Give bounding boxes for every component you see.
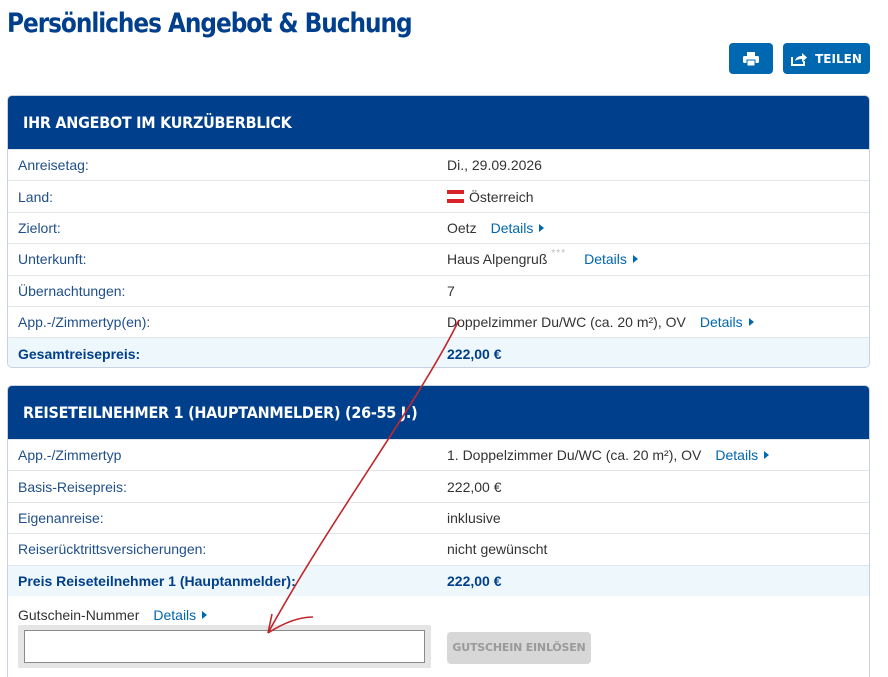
voucher-label: Gutschein-Nummer	[18, 606, 140, 623]
total-label: Preis Reiseteilnehmer 1 (Hauptanmelder):	[18, 572, 296, 589]
row-arrival-date: Anreisetag: Di., 29.09.2026	[8, 149, 869, 180]
voucher-details-link[interactable]: Details	[153, 607, 208, 623]
row-insurance: Reiserücktrittsversicherungen: nicht gew…	[8, 533, 869, 564]
row-value: 1. Doppelzimmer Du/WC (ca. 20 m²), OV	[447, 447, 702, 464]
total-value: 222,00 €	[447, 345, 502, 362]
row-participant-room: App.-/Zimmertyp 1. Doppelzimmer Du/WC (c…	[8, 439, 869, 470]
share-button[interactable]: TEILEN	[783, 43, 870, 74]
row-room-type: App.-/Zimmertyp(en): Doppelzimmer Du/WC …	[8, 305, 869, 337]
row-value: 7	[447, 282, 455, 299]
row-total-price: Gesamtreisepreis: 222,00 €	[8, 337, 869, 367]
row-own-arrival: Eigenanreise: inklusive	[8, 501, 869, 533]
caret-right-icon	[764, 451, 770, 460]
row-value: Di., 29.09.2026	[447, 157, 542, 174]
row-label: Basis-Reisepreis:	[18, 478, 127, 495]
row-country: Land: Österreich	[8, 180, 869, 211]
page-title: Persönliches Angebot & Buchung	[7, 8, 413, 39]
row-participant-total: Preis Reiseteilnehmer 1 (Hauptanmelder):…	[8, 564, 869, 596]
offer-panel: IHR ANGEBOT IM KURZÜBERBLICK Anreisetag:…	[7, 95, 870, 368]
row-value: 222,00 €	[447, 478, 502, 495]
row-label: Reiserücktrittsversicherungen:	[18, 541, 207, 558]
row-value: nicht gewünscht	[447, 541, 548, 558]
total-value: 222,00 €	[447, 572, 502, 589]
accommodation-details-link[interactable]: Details	[584, 251, 638, 267]
participant-room-details-link[interactable]: Details	[715, 447, 770, 463]
row-value: Oetz	[447, 219, 477, 236]
print-button[interactable]	[729, 43, 773, 74]
caret-right-icon	[748, 318, 754, 327]
voucher-input[interactable]	[24, 629, 425, 663]
voucher-input-wrapper	[18, 624, 431, 668]
row-label: Land:	[18, 188, 54, 205]
share-icon	[791, 52, 808, 66]
row-label: Anreisetag:	[18, 157, 89, 174]
row-value: Haus Alpengruß	[447, 251, 548, 268]
row-value: inklusive	[447, 509, 501, 526]
total-label: Gesamtreisepreis:	[18, 345, 141, 362]
room-type-details-link[interactable]: Details	[700, 314, 754, 330]
row-value: Doppelzimmer Du/WC (ca. 20 m²), OV	[447, 314, 686, 331]
row-nights: Übernachtungen: 7	[8, 274, 869, 306]
row-destination: Zielort: Oetz Details	[8, 211, 869, 243]
row-accommodation: Unterkunft: Haus Alpengruß *** Details	[8, 243, 869, 274]
row-label: App.-/Zimmertyp	[18, 447, 122, 464]
caret-right-icon	[539, 223, 545, 232]
participant-heading: REISETEILNEHMER 1 (HAUPTANMELDER) (26-55…	[8, 386, 869, 439]
voucher-section: Gutschein-Nummer Details GUTSCHEIN EINLÖ…	[8, 596, 869, 676]
caret-right-icon	[632, 255, 638, 264]
rating-stars: ***	[551, 247, 567, 259]
destination-details-link[interactable]: Details	[491, 220, 545, 236]
printer-icon	[743, 51, 759, 66]
row-base-price: Basis-Reisepreis: 222,00 €	[8, 470, 869, 501]
row-label: Eigenanreise:	[18, 509, 104, 526]
row-label: Zielort:	[18, 219, 61, 236]
participant-panel: REISETEILNEHMER 1 (HAUPTANMELDER) (26-55…	[7, 385, 870, 677]
austria-flag-icon	[447, 190, 464, 204]
row-label: App.-/Zimmertyp(en):	[18, 314, 151, 331]
row-label: Unterkunft:	[18, 251, 87, 268]
offer-heading: IHR ANGEBOT IM KURZÜBERBLICK	[8, 96, 869, 149]
caret-right-icon	[202, 610, 208, 619]
share-label: TEILEN	[815, 51, 862, 66]
row-value: Österreich	[469, 188, 534, 205]
row-label: Übernachtungen:	[18, 282, 126, 299]
redeem-voucher-button[interactable]: GUTSCHEIN EINLÖSEN	[447, 631, 591, 664]
